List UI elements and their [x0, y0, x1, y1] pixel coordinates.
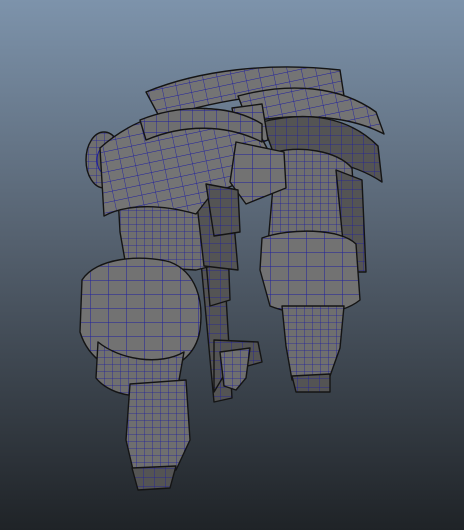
viewport-canvas[interactable]	[0, 0, 464, 530]
maya-perspective-viewport[interactable]	[0, 0, 464, 530]
right-elbow-guard[interactable]	[259, 230, 361, 315]
